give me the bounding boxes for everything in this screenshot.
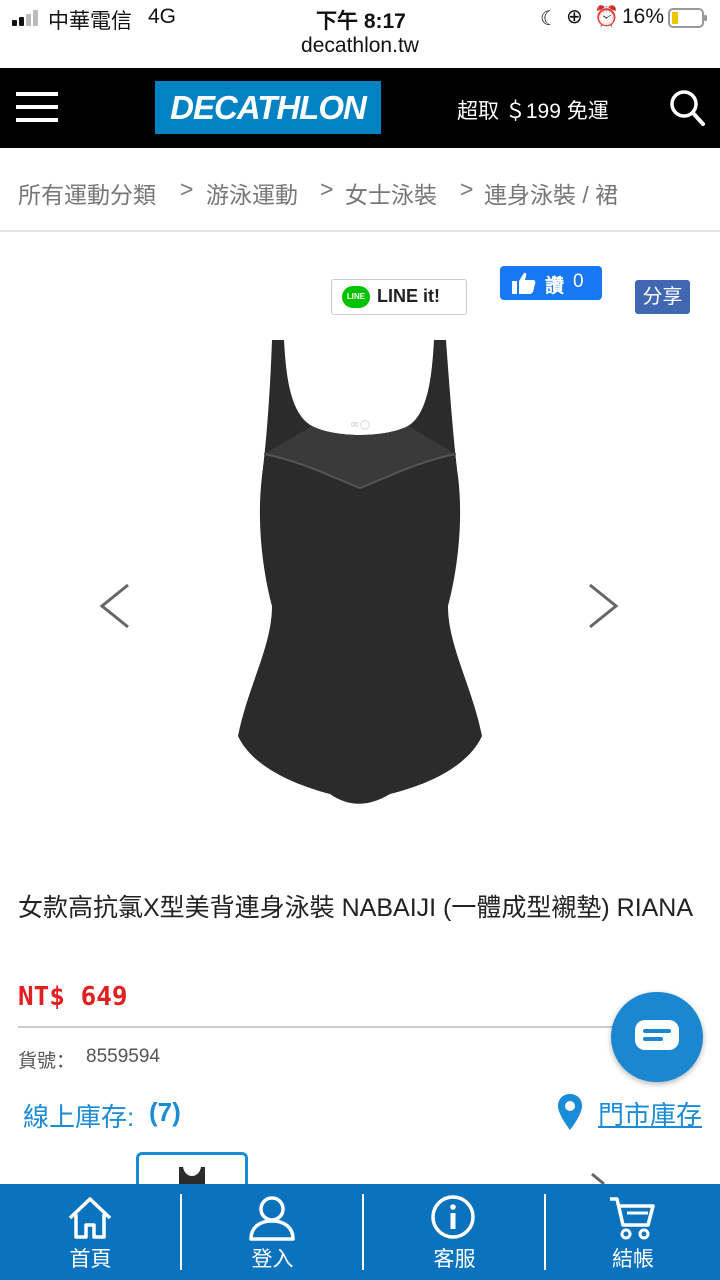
user-icon [248, 1195, 296, 1241]
bottom-nav: 首頁 登入 客服 結帳 [0, 1184, 720, 1280]
search-icon[interactable] [668, 88, 706, 128]
facebook-like-button[interactable]: 讚 0 [500, 266, 602, 300]
battery-icon [668, 8, 708, 28]
online-stock-count[interactable]: (7) [149, 1097, 181, 1128]
nav-service-label: 客服 [433, 1248, 476, 1271]
sku-value: 8559594 [86, 1046, 160, 1067]
carrier: 中華電信 [48, 10, 132, 33]
breadcrumb: 所有運動分類 > 游泳運動 > 女士泳裝 > 連身泳裝 / 裙 [0, 148, 720, 232]
breadcrumb-separator: > [320, 176, 334, 202]
nav-login[interactable]: 登入 [182, 1184, 363, 1280]
svg-text:∞○: ∞○ [350, 417, 370, 431]
product-title: 女款高抗氯X型美背連身泳裝 NABAIJI (一體成型襯墊) RIANA [18, 894, 694, 922]
breadcrumb-item-swimming[interactable]: 游泳運動 [206, 176, 298, 210]
shipping-promo: 超取 ＄199 免運 [457, 100, 609, 123]
thumbs-up-icon [512, 272, 536, 294]
breadcrumb-separator: > [460, 176, 474, 202]
network-type: 4G [148, 5, 177, 28]
online-stock-label[interactable]: 線上庫存: [23, 1097, 134, 1134]
chat-icon [633, 1018, 681, 1054]
breadcrumb-item-women-swimwear[interactable]: 女士泳裝 [345, 176, 437, 210]
breadcrumb-item-one-piece[interactable]: 連身泳裝 / 裙 [484, 176, 618, 210]
prev-image-arrow-icon[interactable] [98, 583, 132, 629]
info-icon [430, 1194, 476, 1240]
rotation-lock-icon: ⊕ [566, 6, 583, 28]
address-bar-url[interactable]: decathlon.tw [0, 34, 720, 58]
menu-icon[interactable] [16, 90, 58, 124]
location-pin-icon[interactable] [558, 1094, 582, 1130]
breadcrumb-item-all-sports[interactable]: 所有運動分類 [18, 176, 156, 210]
line-icon: LINE [342, 286, 370, 308]
divider [18, 1026, 622, 1028]
nav-checkout-label: 結帳 [612, 1248, 654, 1271]
next-image-arrow-icon[interactable] [586, 583, 620, 629]
nav-checkout[interactable]: 結帳 [546, 1184, 720, 1280]
battery-percent: 16% [622, 5, 665, 28]
cart-icon [608, 1195, 656, 1241]
nav-login-label: 登入 [251, 1248, 294, 1271]
product-image[interactable]: ∞○ [220, 336, 500, 818]
product-price: NT$ 649 [18, 982, 128, 1012]
site-header: DECATHLON 超取 ＄199 免運 [0, 68, 720, 148]
nav-home-label: 首頁 [69, 1248, 112, 1271]
signal-icon [12, 10, 42, 26]
nav-service[interactable]: 客服 [364, 1184, 545, 1280]
like-count: 0 [573, 271, 584, 292]
share-button[interactable]: 分享 [635, 280, 690, 314]
status-bar: 中華電信 4G 下午 8:17 ☾ ⊕ ⏰ 16% decathlon.tw [0, 0, 720, 68]
moon-icon: ☾ [540, 8, 558, 30]
line-share-label: LINE it! [377, 286, 440, 306]
chat-button[interactable] [611, 992, 703, 1082]
alarm-icon: ⏰ [594, 6, 619, 28]
like-label: 讚 [545, 276, 565, 297]
sku-label: 貨號： [18, 1051, 76, 1072]
clock: 下午 8:17 [316, 10, 406, 33]
home-icon [67, 1196, 113, 1240]
line-share-button[interactable]: LINE LINE it! [331, 279, 467, 315]
store-stock-link[interactable]: 門市庫存 [598, 1095, 702, 1132]
nav-home[interactable]: 首頁 [0, 1184, 181, 1280]
decathlon-logo[interactable]: DECATHLON [155, 81, 381, 134]
breadcrumb-separator: > [180, 176, 194, 202]
